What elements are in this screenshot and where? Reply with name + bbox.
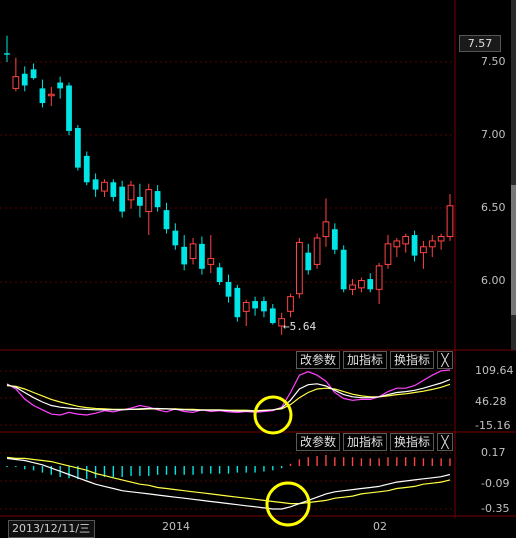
close-icon[interactable]: ╳ [437,351,454,369]
candle-body-down [199,243,205,269]
candle-body-down [92,179,99,190]
candle-body-up [296,241,303,295]
candle-body-down [234,287,241,318]
kdj-indicator [6,369,451,416]
candle-body-down [216,267,223,282]
candle-body-up [242,302,250,312]
kdj-tick-label: 46.28 [475,395,507,408]
candle-body-up [402,236,410,245]
macd-golden-cross-highlight [265,481,311,527]
candle-body-down [75,128,81,168]
kdj-k-line [6,378,451,412]
switch-indicator-button[interactable]: 换指标 [390,433,435,451]
candle-body-down [110,182,117,197]
candle-body-up [12,76,20,89]
macd-dea-line [6,456,451,505]
candle-body-down [172,230,179,246]
candle-body-up [207,258,215,265]
add-indicator-button[interactable]: 加指标 [343,351,388,369]
candle-body-up [47,93,55,97]
kdj-d-line [6,383,451,412]
scroll-thumb[interactable] [511,185,516,315]
kdj-toolbar: 改参数 加指标 换指标 ╳ [296,351,454,369]
kdj-tick-label: 109.64 [475,364,514,377]
macd-indicator [6,455,451,510]
time-axis-label: 02 [373,520,387,533]
candle-body-down [66,85,72,131]
macd-tick-label: -0.09 [481,477,510,490]
add-indicator-button[interactable]: 加指标 [343,433,388,451]
candle-body-down [4,53,10,55]
candle-body-down [331,229,338,250]
candle-body-down [119,186,126,212]
close-icon[interactable]: ╳ [437,433,454,451]
candle-body-up [393,240,401,248]
stock-chart-canvas[interactable] [0,0,516,538]
candle-body-up [189,243,197,260]
candle-body-up [384,243,392,265]
candle-body-up [428,240,436,248]
macd-toolbar: 改参数 加指标 换指标 ╳ [296,433,454,451]
candle-body-up [313,237,321,265]
kdj-golden-cross-highlight [253,395,293,435]
price-tick-label: 6.50 [481,201,506,214]
price-tick-label: 7.00 [481,128,506,141]
candle-body-down [57,82,64,89]
candle-body-up [358,280,365,289]
candle-body-up [287,296,294,312]
candle-body-down [163,210,170,230]
macd-tick-label: 0.17 [481,446,506,459]
time-axis-label: 2014 [162,520,190,533]
price-tick-label: 7.50 [481,55,506,68]
price-tick-label: 6.00 [481,274,506,287]
candle-body-up [446,205,454,238]
candle-body-up [145,189,153,213]
crosshair-date-label: 2013/12/11/三 [8,520,95,538]
candle-body-down [225,282,232,297]
modify-params-button[interactable]: 改参数 [296,433,341,451]
candle-body-down [21,73,28,86]
candle-body-up [127,184,135,201]
period-low-marker: ←5.64 [283,320,317,333]
candle-body-down [340,249,347,290]
kdj-tick-label: -15.16 [475,419,511,432]
candle-body-down [39,88,46,104]
candle-body-down [252,301,258,309]
candle-body-up [420,246,427,254]
macd-tick-label: -0.35 [481,502,510,515]
switch-indicator-button[interactable]: 换指标 [390,351,435,369]
candle-body-down [30,69,37,79]
candle-body-down [154,191,161,208]
candle-body-down [181,246,188,265]
candle-body-down [261,301,267,312]
modify-params-button[interactable]: 改参数 [296,351,341,369]
candle-body-up [375,265,383,290]
current-price-tag: 7.57 [459,35,501,52]
candle-body-up [101,181,108,192]
candle-body-down [411,235,418,256]
candle-body-up [437,236,445,242]
candle-body-down [305,252,312,271]
candle-body-down [269,308,276,324]
macd-dif-line [6,457,451,510]
candle-body-up [322,221,330,238]
candle-body-down [367,279,374,290]
candle-body-down [83,155,90,183]
candle-body-down [137,196,143,206]
candle-body-up [349,284,356,290]
price-panel-scrollbar[interactable] [511,0,516,350]
candlestick-series [4,35,454,335]
